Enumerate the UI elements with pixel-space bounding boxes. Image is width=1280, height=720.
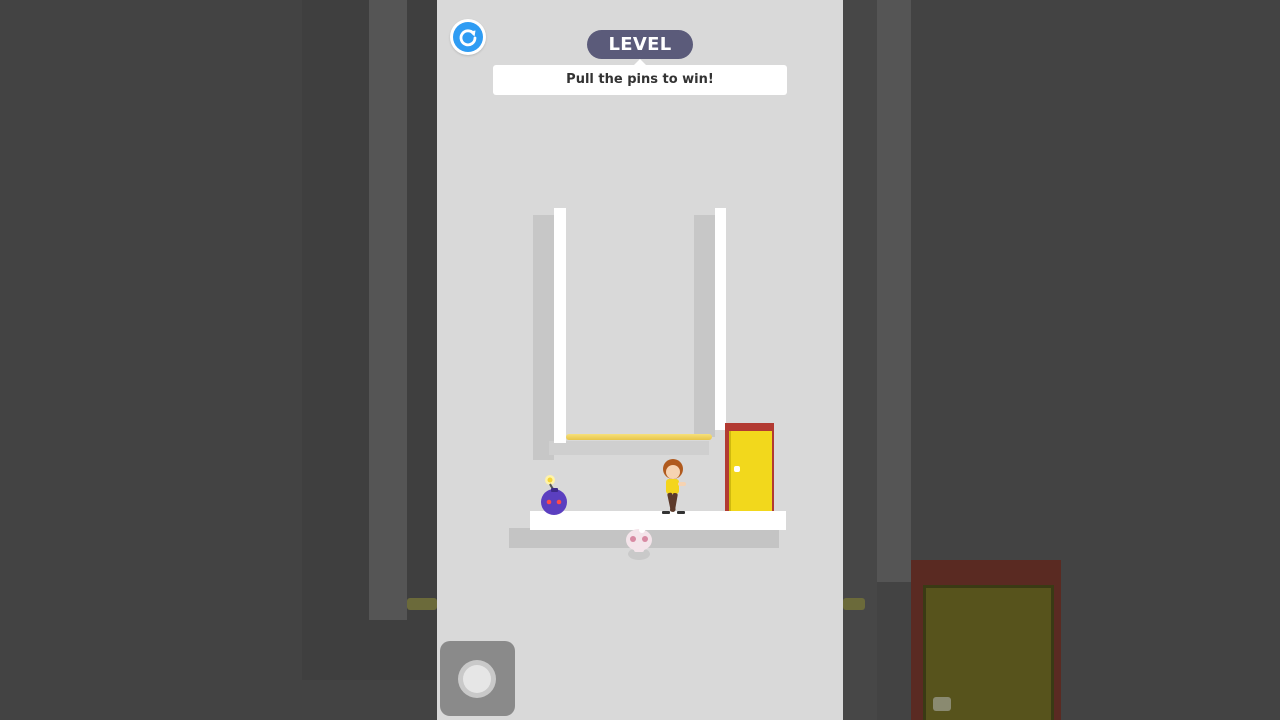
backdrop-door-knob [933,697,951,711]
home-button[interactable] [440,641,515,716]
door-knob [734,466,740,472]
left-wall-shadow [533,215,554,460]
bomb-icon [541,475,567,515]
restart-icon [459,29,477,47]
hint-message: Pull the pins to win! [493,59,787,95]
right-wall [715,208,726,430]
home-icon [458,660,496,698]
level-badge: LEVEL 117 [587,30,693,84]
backdrop-wall [369,0,407,620]
left-backdrop [0,0,437,720]
backdrop-pin [843,598,865,610]
player-character [662,459,686,514]
right-backdrop [843,0,1280,720]
backdrop-wall [877,0,911,582]
left-wall [554,208,566,443]
skull-icon [626,527,652,560]
pull-pin[interactable] [566,434,712,440]
backdrop-shadow [843,0,877,720]
restart-button[interactable] [450,19,486,55]
screen: LEVEL 117 Pull the pins to win! [0,0,1280,720]
game-view: LEVEL 117 Pull the pins to win! [437,0,843,720]
backdrop-pin [407,598,437,610]
right-wall-shadow [694,215,715,437]
pin-shadow [549,441,709,455]
